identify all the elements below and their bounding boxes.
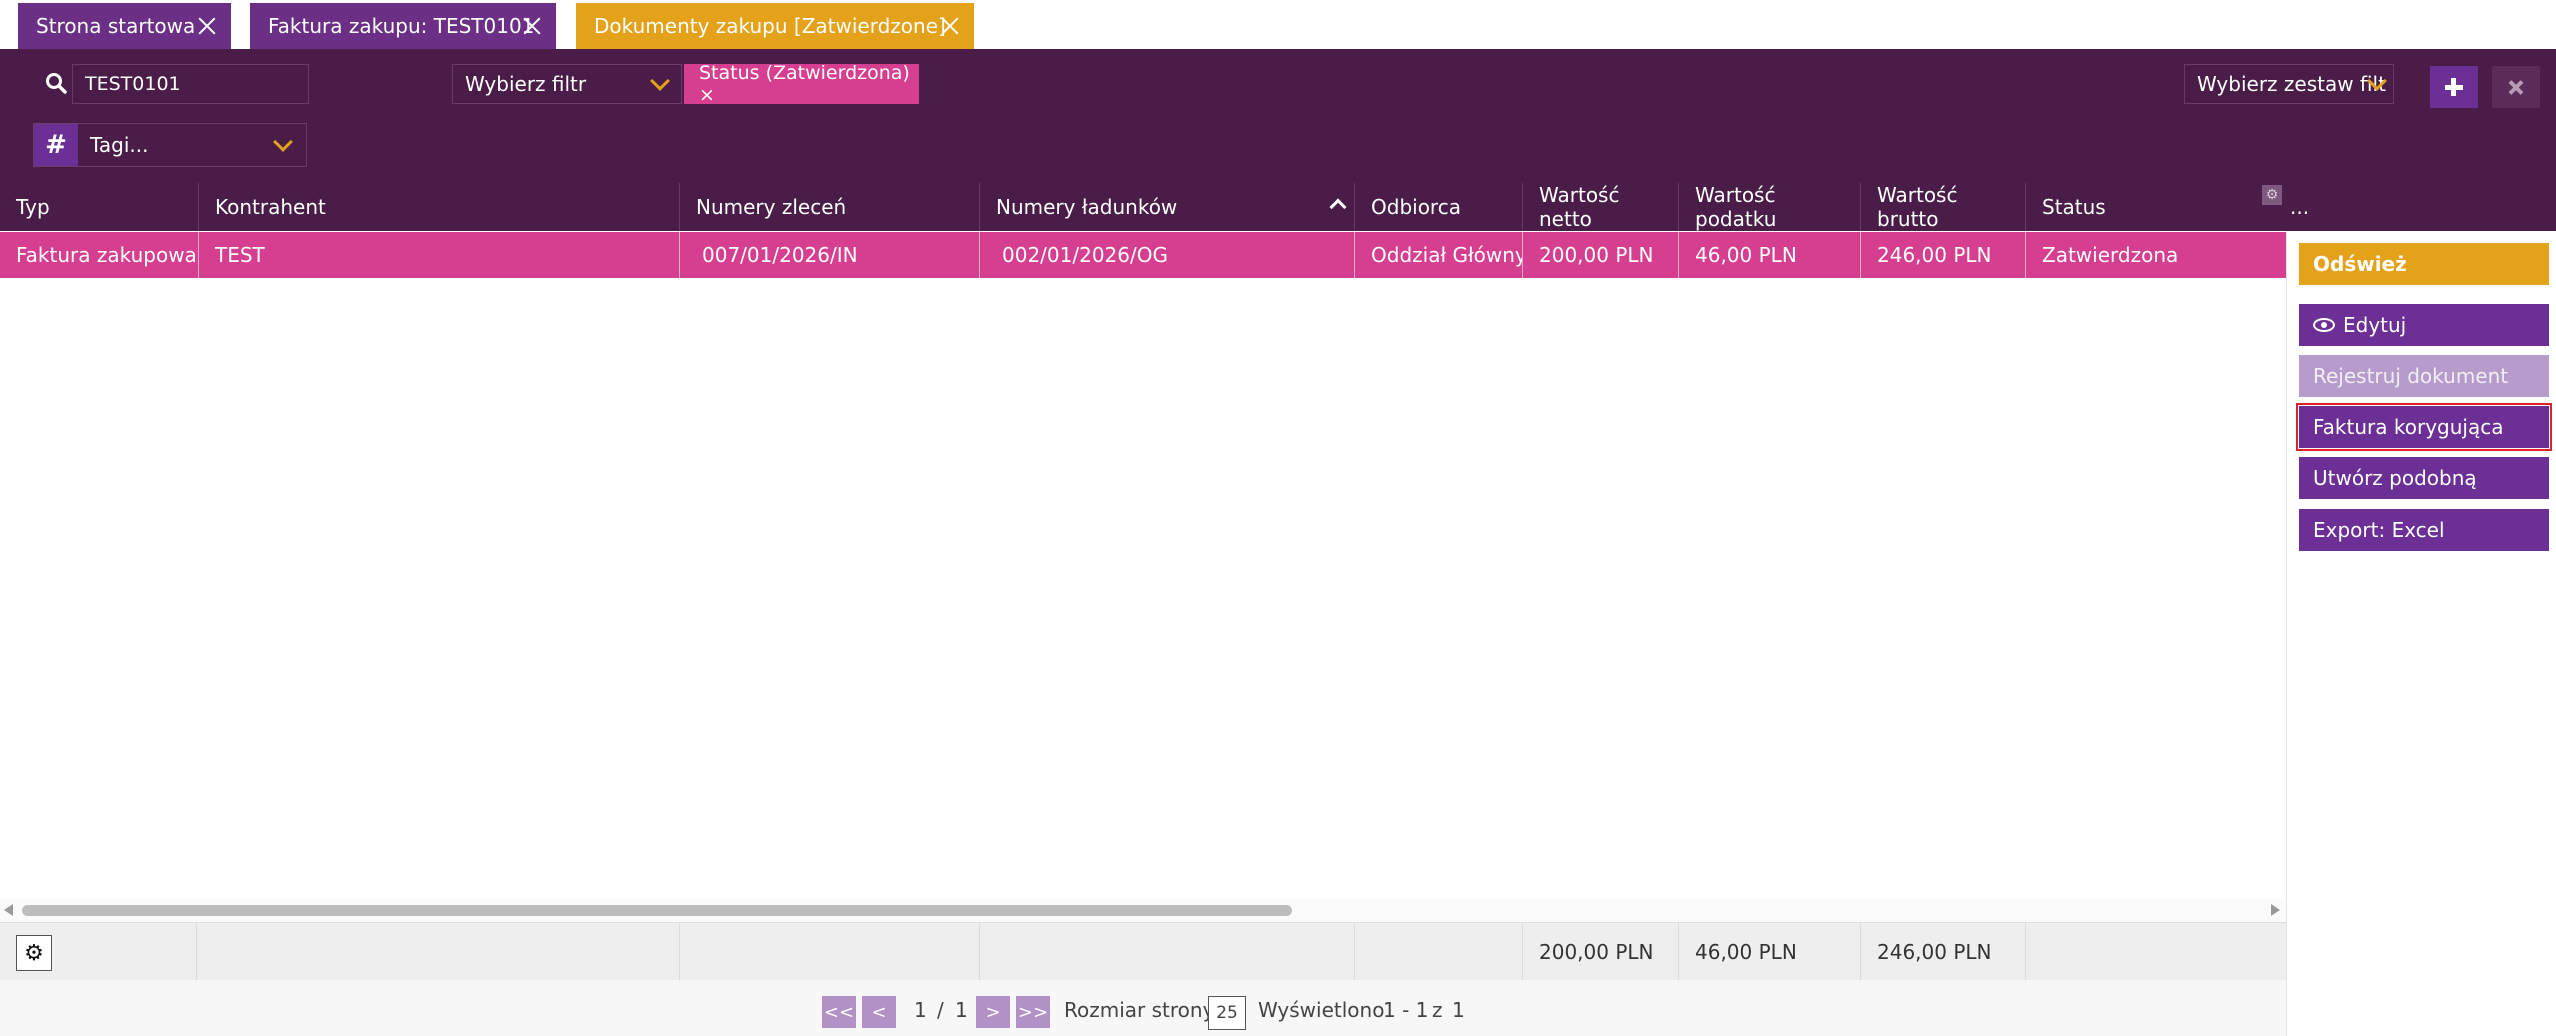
total-pages: 1	[955, 998, 968, 1022]
correction-invoice-button[interactable]: Faktura korygująca	[2296, 403, 2552, 451]
clear-filter-button[interactable]	[2492, 66, 2540, 108]
column-header-numery-ladunkow[interactable]: Numery ładunków	[980, 183, 1355, 231]
pager: << < 1 / 1 > >> Rozmiar strony: 25 Wyświ…	[0, 980, 2286, 1036]
search-input[interactable]	[72, 64, 309, 104]
cell-wartosc-podatku: 46,00 PLN	[1679, 232, 1861, 278]
next-page-button[interactable]: >	[976, 996, 1010, 1028]
of-label: z	[1432, 998, 1443, 1022]
summary-row: ⚙ 200,00 PLN 46,00 PLN 246,00 PLN	[0, 922, 2286, 981]
shown-label: Wyświetlono	[1258, 998, 1385, 1022]
tab-home[interactable]: Strona startowa	[18, 3, 231, 49]
page-size-input[interactable]: 25	[1208, 996, 1246, 1030]
tab-invoice[interactable]: Faktura zakupu: TEST0101	[250, 3, 556, 49]
search-icon	[46, 73, 67, 94]
cell-typ: Faktura zakupowa	[0, 232, 199, 278]
filter-set-select[interactable]: Wybierz zestaw filt	[2184, 64, 2394, 104]
filter-header: Wybierz filtr Status (Zatwierdzona) × Wy…	[0, 49, 2556, 183]
column-settings-gear-icon[interactable]: ⚙	[2262, 185, 2282, 205]
page-size-label: Rozmiar strony:	[1064, 998, 1220, 1022]
summary-cell	[980, 923, 1355, 981]
actions-panel	[2286, 231, 2556, 1036]
chevron-down-icon	[273, 132, 293, 152]
summary-total-netto: 200,00 PLN	[1523, 923, 1679, 981]
column-header-numery-zlecen[interactable]: Numery zleceń	[680, 183, 980, 231]
export-excel-button[interactable]: Export: Excel	[2299, 509, 2549, 551]
create-similar-button[interactable]: Utwórz podobną	[2299, 457, 2549, 499]
edit-button[interactable]: Edytuj	[2299, 304, 2549, 346]
chevron-down-icon	[650, 71, 670, 91]
scrollbar-thumb[interactable]	[22, 905, 1292, 916]
register-document-button[interactable]: Rejestruj dokument	[2299, 355, 2549, 397]
more-columns-label[interactable]: ...	[2290, 195, 2309, 219]
tab-purchase-documents[interactable]: Dokumenty zakupu [Zatwierdzone]	[576, 3, 974, 49]
summary-cell	[2026, 923, 2286, 981]
filter-set-label: Wybierz zestaw filt	[2197, 72, 2386, 96]
grid-header-spacer	[2286, 183, 2556, 231]
total-records: 1	[1452, 998, 1465, 1022]
sort-ascending-icon[interactable]	[1329, 198, 1347, 216]
filter-select[interactable]: Wybierz filtr	[452, 64, 682, 104]
hash-icon: #	[34, 124, 78, 166]
cell-kontrahent: TEST	[199, 232, 680, 278]
last-page-button[interactable]: >>	[1016, 996, 1050, 1028]
prev-page-button[interactable]: <	[862, 996, 896, 1028]
current-page: 1	[914, 998, 927, 1022]
summary-total-podatek: 46,00 PLN	[1679, 923, 1861, 981]
table-row[interactable]: Faktura zakupowa TEST 007/01/2026/IN 002…	[0, 232, 2286, 278]
column-header-wartosc-netto[interactable]: Wartość netto	[1523, 183, 1679, 231]
tab-label: Faktura zakupu: TEST0101	[268, 14, 535, 38]
tags-select[interactable]: # Tagi...	[33, 123, 307, 167]
horizontal-scrollbar[interactable]	[0, 898, 2286, 922]
scroll-left-icon[interactable]	[4, 904, 13, 916]
summary-cell	[680, 923, 980, 981]
close-icon[interactable]	[522, 16, 542, 36]
column-header-typ[interactable]: Typ	[0, 183, 199, 231]
tab-label: Strona startowa	[36, 14, 196, 38]
tab-label: Dokumenty zakupu [Zatwierdzone]	[594, 14, 946, 38]
cell-numery-zlecen: 007/01/2026/IN	[680, 232, 980, 278]
close-icon[interactable]	[197, 16, 217, 36]
tags-label: Tagi...	[90, 133, 149, 157]
eye-icon	[2313, 318, 2335, 332]
refresh-button[interactable]: Odśwież	[2299, 243, 2549, 285]
summary-cell-settings: ⚙	[0, 923, 197, 981]
status-filter-chip[interactable]: Status (Zatwierdzona) ×	[684, 62, 919, 106]
summary-cell	[197, 923, 680, 981]
add-filter-button[interactable]	[2430, 66, 2478, 108]
cell-wartosc-netto: 200,00 PLN	[1523, 232, 1679, 278]
page-separator: /	[937, 998, 944, 1022]
first-page-button[interactable]: <<	[822, 996, 856, 1028]
column-header-wartosc-podatku[interactable]: Wartość podatku	[1679, 183, 1861, 231]
grid-settings-gear-icon[interactable]: ⚙	[16, 935, 52, 971]
filter-chip-label: Status (Zatwierdzona) ×	[699, 62, 910, 106]
filter-select-label: Wybierz filtr	[465, 72, 587, 96]
column-header-kontrahent[interactable]: Kontrahent	[199, 183, 680, 231]
column-header-status[interactable]: Status	[2026, 183, 2286, 231]
cell-numery-ladunkow: 002/01/2026/OG	[980, 232, 1355, 278]
cell-wartosc-brutto: 246,00 PLN	[1861, 232, 2026, 278]
column-header-wartosc-brutto[interactable]: Wartość brutto	[1861, 183, 2026, 231]
scroll-right-icon[interactable]	[2271, 904, 2280, 916]
tab-bar: Strona startowa Faktura zakupu: TEST0101…	[0, 0, 2556, 49]
close-icon[interactable]	[940, 16, 960, 36]
cell-status: Zatwierdzona	[2042, 243, 2179, 267]
cell-odbiorca: Oddział Główny	[1355, 232, 1523, 278]
shown-range: 1 - 1	[1383, 998, 1429, 1022]
column-header-odbiorca[interactable]: Odbiorca	[1355, 183, 1523, 231]
summary-total-brutto: 246,00 PLN	[1861, 923, 2026, 981]
grid-header: Typ Kontrahent Numery zleceń Numery ładu…	[0, 183, 2286, 231]
summary-cell	[1355, 923, 1523, 981]
